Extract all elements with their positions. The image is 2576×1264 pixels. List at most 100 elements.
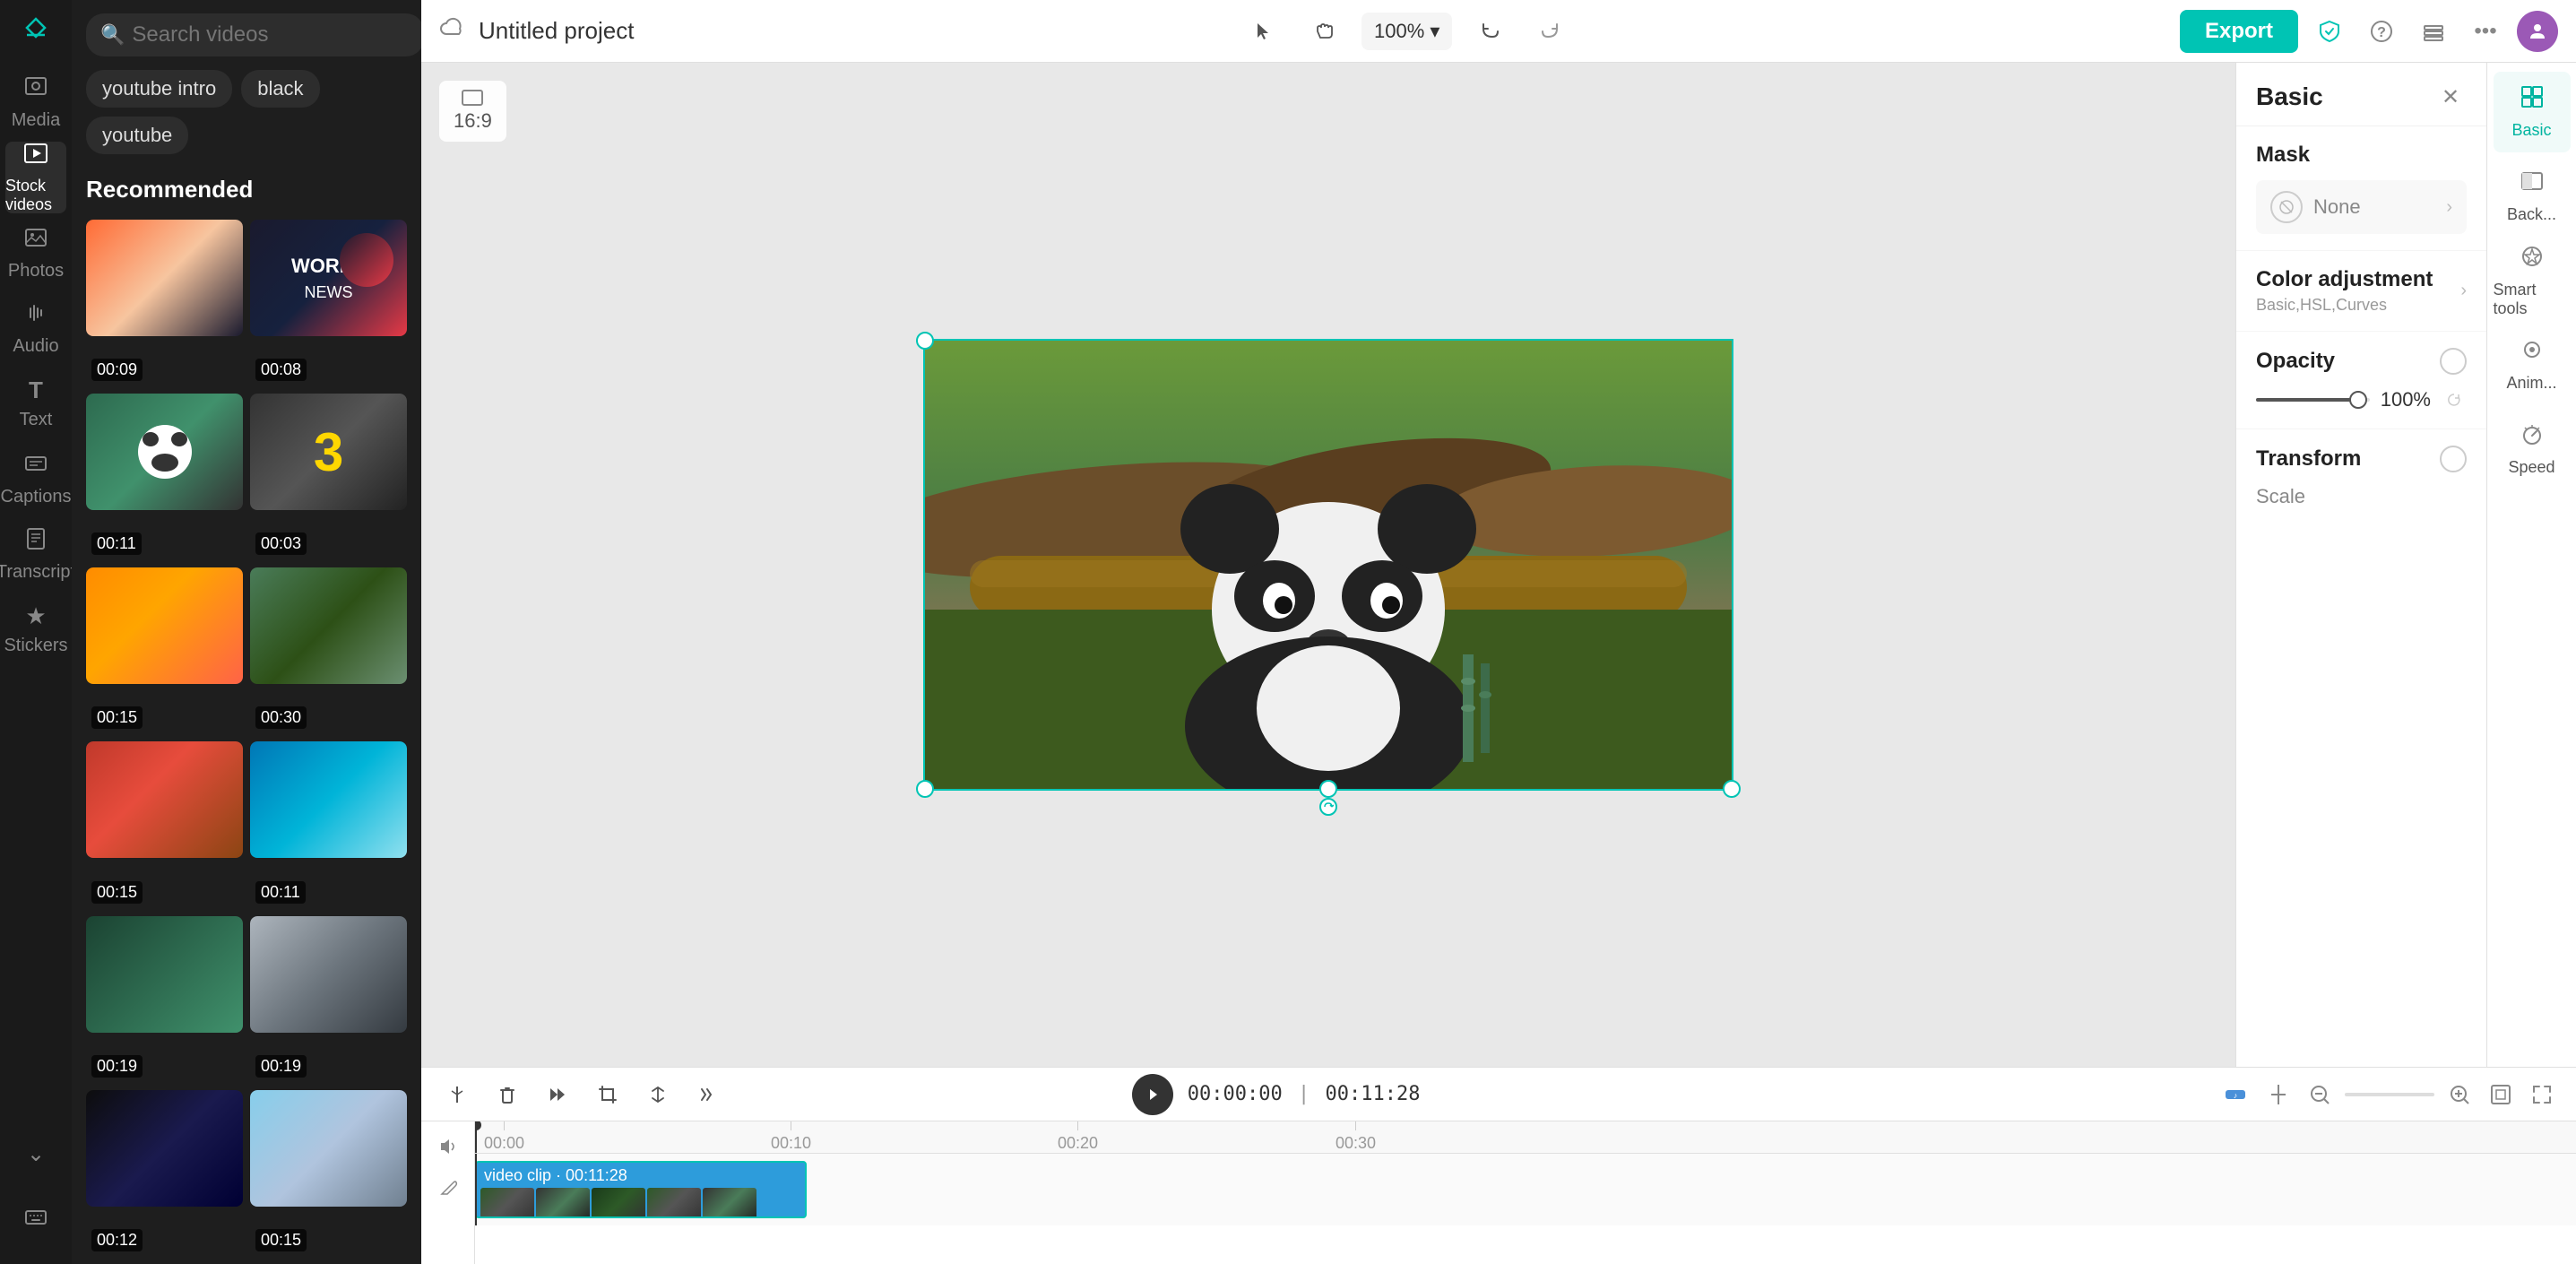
timeline-tracks: 00:00 00:10 00:20 00:30	[475, 1121, 2576, 1264]
edit-track-btn[interactable]	[432, 1172, 464, 1204]
sidebar-item-stickers[interactable]: ★ Stickers	[5, 593, 66, 665]
video-duration-6: 00:30	[255, 706, 307, 729]
tag-youtube[interactable]: youtube	[86, 117, 188, 154]
video-thumb-10[interactable]: 00:19	[250, 916, 407, 1083]
volume-btn[interactable]	[432, 1130, 464, 1163]
transform-toggle[interactable]	[2440, 446, 2467, 472]
delete-tool-btn[interactable]	[489, 1077, 525, 1112]
split-tool-btn[interactable]	[439, 1077, 475, 1112]
video-thumb-8[interactable]: 00:11	[250, 741, 407, 908]
sidebar-item-audio[interactable]: Audio	[5, 292, 66, 364]
video-thumb-4[interactable]: 3 00:03	[250, 394, 407, 560]
tag-youtube-intro[interactable]: youtube intro	[86, 70, 232, 108]
video-duration-10: 00:19	[255, 1055, 307, 1078]
play-pause-btn[interactable]	[1132, 1074, 1173, 1115]
shield-icon-btn[interactable]	[2309, 11, 2350, 52]
sidebar-item-transcript-label: Transcript	[0, 562, 75, 583]
sidebar-item-stock-videos[interactable]: Stock videos	[5, 142, 66, 213]
sidebar-item-captions[interactable]: Captions	[5, 443, 66, 515]
mask-control[interactable]: None ›	[2256, 180, 2467, 234]
canvas-handle-br[interactable]	[1723, 780, 1741, 798]
ruler-mark-0: 00:00	[484, 1121, 524, 1153]
sidebar-item-media[interactable]: Media	[5, 66, 66, 138]
zoom-control[interactable]: 100% ▾	[1361, 13, 1452, 50]
sidebar-more-btn[interactable]: ⌄	[13, 1131, 58, 1176]
fit-timeline-btn[interactable]	[2485, 1078, 2517, 1111]
play-speed-btn[interactable]	[540, 1077, 575, 1112]
animation-tool-icon	[2520, 337, 2545, 368]
zoom-in-btn[interactable]	[2443, 1078, 2476, 1111]
canvas-handle-bc[interactable]	[1319, 780, 1337, 798]
aspect-ratio-value: 16:9	[454, 109, 492, 133]
video-thumb-12[interactable]: 00:15	[250, 1090, 407, 1257]
background-tool-icon	[2520, 169, 2545, 200]
video-clip-block[interactable]: video clip · 00:11:28	[475, 1161, 807, 1218]
sidebar-keyboard-shortcuts[interactable]	[5, 1183, 66, 1255]
right-tool-basic[interactable]: Basic	[2494, 72, 2571, 152]
right-tool-smart[interactable]: Smart tools	[2494, 240, 2571, 321]
zoom-slider[interactable]	[2345, 1093, 2434, 1096]
track-controls	[421, 1121, 475, 1264]
timeline-ruler: 00:00 00:10 00:20 00:30	[475, 1121, 2576, 1154]
search-input-wrapper[interactable]: 🔍	[86, 13, 424, 56]
zoom-dropdown-icon: ▾	[1430, 20, 1439, 43]
main-content: Untitled project 100% ▾ Export	[421, 0, 2576, 1264]
user-avatar[interactable]	[2517, 11, 2558, 52]
sidebar-item-photos[interactable]: Photos	[5, 217, 66, 289]
sidebar-item-stock-label: Stock videos	[5, 177, 66, 214]
flip-tool-btn[interactable]	[640, 1077, 676, 1112]
sidebar-item-media-label: Media	[12, 110, 60, 131]
timeline-playhead[interactable]	[475, 1121, 477, 1153]
opacity-reset-btn[interactable]	[2442, 387, 2467, 412]
crop-tool-btn[interactable]	[590, 1077, 626, 1112]
search-input[interactable]	[132, 22, 410, 48]
opacity-toggle[interactable]	[2440, 348, 2467, 375]
split-at-head-btn[interactable]	[2262, 1078, 2295, 1111]
aspect-ratio-badge[interactable]: 16:9	[439, 81, 506, 142]
timeline-content: 00:00 00:10 00:20 00:30	[421, 1121, 2576, 1264]
right-tool-speed[interactable]: Speed	[2494, 409, 2571, 489]
layers-icon-btn[interactable]	[2413, 11, 2454, 52]
video-thumb-3[interactable]: 00:11	[86, 394, 243, 560]
sidebar-item-text[interactable]: T Text	[5, 368, 66, 439]
video-thumb-11[interactable]: 00:12	[86, 1090, 243, 1257]
zoom-out-btn[interactable]	[2304, 1078, 2336, 1111]
export-button[interactable]: Export	[2180, 10, 2298, 53]
video-duration-1: 00:09	[91, 359, 143, 381]
help-icon-btn[interactable]: ?	[2361, 11, 2402, 52]
video-thumb-9[interactable]: 00:19	[86, 916, 243, 1083]
more-tool-btn[interactable]	[690, 1077, 726, 1112]
cursor-tool-btn[interactable]	[1243, 11, 1284, 52]
right-tool-animation[interactable]: Anim...	[2494, 325, 2571, 405]
redo-btn[interactable]	[1529, 11, 1570, 52]
timeline-right-controls: ♪	[2217, 1077, 2558, 1112]
app-logo[interactable]	[13, 9, 58, 54]
clip-thumb-5	[703, 1188, 756, 1218]
canvas-handle-rotate[interactable]	[1319, 798, 1337, 816]
clip-thumb-1	[480, 1188, 534, 1218]
video-thumb-6[interactable]: 00:30	[250, 567, 407, 734]
fullscreen-btn[interactable]	[2526, 1078, 2558, 1111]
sidebar-item-transcript[interactable]: Transcript	[5, 518, 66, 590]
canvas-handle-tl[interactable]	[916, 332, 934, 350]
undo-btn[interactable]	[1470, 11, 1511, 52]
video-thumb-1[interactable]: 00:09	[86, 220, 243, 386]
right-tool-background[interactable]: Back...	[2494, 156, 2571, 237]
video-thumb-2[interactable]: WORLD NEWS 00:08	[250, 220, 407, 386]
opacity-slider[interactable]	[2256, 398, 2370, 402]
ruler-mark-10: 00:10	[771, 1121, 811, 1153]
panel-close-btn[interactable]: ✕	[2434, 81, 2467, 113]
canvas-handle-bl[interactable]	[916, 780, 934, 798]
color-adj-row[interactable]: Color adjustment Basic,HSL,Curves ›	[2256, 267, 2467, 315]
video-canvas[interactable]	[923, 339, 1733, 791]
audio-track-btn[interactable]: ♪	[2217, 1077, 2253, 1112]
canvas-area: 16:9	[421, 63, 2235, 1067]
video-duration-5: 00:15	[91, 706, 143, 729]
more-options-btn[interactable]: •••	[2465, 11, 2506, 52]
tag-black[interactable]: black	[241, 70, 319, 108]
right-tool-basic-label: Basic	[2511, 121, 2551, 140]
video-thumb-5[interactable]: 00:15	[86, 567, 243, 734]
hand-tool-btn[interactable]	[1302, 11, 1344, 52]
video-track-row: video clip · 00:11:28	[475, 1154, 2576, 1225]
video-thumb-7[interactable]: 00:15	[86, 741, 243, 908]
